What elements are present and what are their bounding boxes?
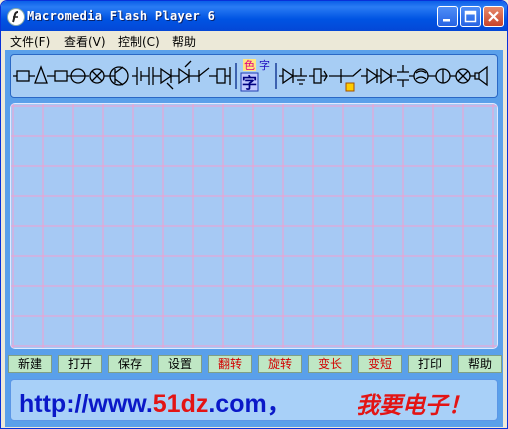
meter-icon[interactable] [345, 82, 355, 92]
color-label: 色 [244, 58, 255, 72]
flash-app-icon[interactable] [7, 8, 25, 26]
print-button[interactable]: 打印 [408, 355, 452, 373]
relay-icon[interactable] [214, 67, 231, 85]
speaker-icon[interactable] [470, 65, 488, 87]
minimize-icon [443, 19, 450, 22]
battery-icon[interactable] [132, 67, 145, 85]
shorten-button[interactable]: 变短 [358, 355, 402, 373]
small-text-icon[interactable]: 字 [259, 58, 270, 72]
menu-view[interactable]: 查看(V) [64, 33, 106, 50]
ammeter-icon[interactable] [70, 68, 89, 84]
slogan: 我要电子！ [356, 392, 471, 419]
title-bar[interactable]: Macromedia Flash Player 6 [1, 1, 507, 31]
small-text-label: 字 [259, 58, 270, 72]
new-button[interactable]: 新建 [8, 355, 52, 373]
maximize-button[interactable] [460, 6, 481, 27]
circuit-symbols: 色 字 字 [13, 58, 488, 92]
menu-help[interactable]: 帮助 [172, 33, 196, 50]
url-separator: ， [266, 390, 292, 418]
diode-icon[interactable] [279, 67, 297, 85]
url-prefix: http://www. [19, 390, 153, 418]
url-highlight: 51dz [152, 390, 209, 418]
diode-icon[interactable] [157, 67, 175, 90]
diode-icon[interactable] [380, 67, 397, 85]
text-tool-label: 字 [242, 74, 257, 92]
open-button[interactable]: 打开 [58, 355, 102, 373]
switch-icon[interactable] [193, 67, 214, 82]
window-title: Macromedia Flash Player 6 [27, 9, 216, 23]
component-toolbar: 色 字 字 [10, 54, 498, 98]
action-button-row: 新建 打开 保存 设置 翻转 旋转 变长 变短 打印 帮助 [5, 355, 503, 377]
minimize-button[interactable] [437, 6, 458, 27]
close-icon [488, 11, 499, 22]
url-suffix: .com [208, 390, 267, 418]
ground-icon[interactable] [295, 68, 307, 85]
color-text-icon[interactable]: 色 [243, 58, 256, 72]
save-button[interactable]: 保存 [108, 355, 152, 373]
transistor-icon[interactable] [108, 66, 129, 86]
help-button[interactable]: 帮助 [458, 355, 502, 373]
motor-icon[interactable] [428, 68, 451, 84]
website-link[interactable]: http://www.51dz.com， [19, 384, 292, 420]
close-button[interactable] [483, 6, 504, 27]
diode-icon[interactable] [175, 60, 193, 85]
capacitor-icon[interactable] [145, 67, 157, 85]
voltmeter-icon[interactable] [89, 68, 108, 84]
flash-stage: 色 字 字 新建 打开 保存 设置 翻转 旋转 变长 变短 打印 帮助 http… [5, 50, 503, 427]
flip-button[interactable]: 翻转 [208, 355, 252, 373]
lamp-icon[interactable] [450, 68, 471, 84]
lengthen-button[interactable]: 变长 [308, 355, 352, 373]
resistor-icon[interactable] [51, 70, 71, 82]
menu-bar: 文件(F) 查看(V) 控制(C) 帮助 [1, 31, 507, 50]
settings-button[interactable]: 设置 [158, 355, 202, 373]
resistor-icon[interactable] [309, 68, 328, 84]
triangle-icon[interactable] [33, 65, 51, 84]
grid-lines [11, 104, 497, 348]
text-tool-icon[interactable]: 字 [240, 72, 259, 92]
coil-icon[interactable] [329, 69, 347, 83]
drawing-canvas[interactable] [10, 103, 498, 349]
flash-player-window: Macromedia Flash Player 6 文件(F) 查看(V) 控制… [0, 0, 508, 429]
menu-file[interactable]: 文件(F) [10, 33, 50, 50]
menu-control[interactable]: 控制(C) [118, 33, 160, 50]
diode-icon[interactable] [366, 67, 381, 85]
maximize-icon [464, 10, 477, 23]
rotate-button[interactable]: 旋转 [258, 355, 302, 373]
site-banner: http://www.51dz.com， 我要电子！ [10, 379, 498, 421]
switch-icon[interactable] [347, 68, 367, 77]
inductor-icon[interactable] [409, 68, 429, 84]
resistor-icon[interactable] [13, 70, 33, 82]
capacitor-icon[interactable] [397, 65, 409, 87]
